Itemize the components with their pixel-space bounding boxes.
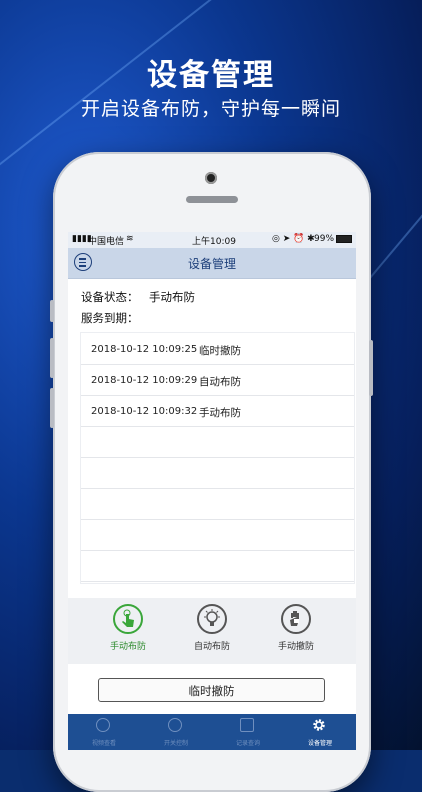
clock: 上午10:09 bbox=[192, 237, 236, 247]
log-time: 2018-10-12 10:09:25 bbox=[91, 344, 198, 355]
list-item: 2018-10-12 10:09:29 自动布防 bbox=[81, 364, 354, 396]
log-time: 2018-10-12 10:09:29 bbox=[91, 375, 198, 386]
hand-tap-icon bbox=[113, 604, 143, 634]
list-item: 2018-10-12 10:09:25 临时撤防 bbox=[81, 333, 354, 365]
device-status-row: 设备状态： 手动布防 bbox=[81, 289, 195, 305]
service-expiry-label: 服务到期： bbox=[81, 311, 139, 325]
tab-label: 视频查看 bbox=[91, 740, 116, 747]
switch-icon bbox=[168, 718, 182, 732]
mode-label: 自动布防 bbox=[193, 642, 230, 652]
gear-icon bbox=[312, 718, 326, 732]
status-bar: ▮▮▮▮ 中国电信 ≋ 上午10:09 ◎ ➤ ⏰ ✱ 99% bbox=[68, 232, 356, 248]
carrier-label: 中国电信 bbox=[88, 237, 125, 247]
mute-switch bbox=[50, 300, 54, 322]
nav-bar: 设备管理 bbox=[68, 248, 356, 279]
battery-percent: 99% bbox=[314, 234, 335, 244]
earpiece-speaker bbox=[186, 196, 238, 203]
tab-device-management[interactable]: 设备管理 bbox=[284, 714, 356, 750]
camera-icon bbox=[96, 718, 110, 732]
device-status-value: 手动布防 bbox=[149, 290, 195, 304]
temporary-disarm-button[interactable]: 临时撤防 bbox=[98, 678, 325, 702]
app-screen: ▮▮▮▮ 中国电信 ≋ 上午10:09 ◎ ➤ ⏰ ✱ 99% 设备管理 设备状… bbox=[68, 232, 356, 750]
battery-icon bbox=[336, 235, 352, 243]
tab-video[interactable]: 视频查看 bbox=[68, 714, 140, 750]
tab-switch-control[interactable]: 开关控制 bbox=[140, 714, 212, 750]
hand-lock-icon bbox=[281, 604, 311, 634]
clipboard-icon bbox=[240, 718, 254, 732]
tab-bar: 视频查看 开关控制 记录查询 设备管理 bbox=[68, 714, 356, 750]
tab-label: 记录查询 bbox=[235, 740, 260, 747]
tab-label: 开关控制 bbox=[163, 740, 188, 747]
empty-row bbox=[81, 519, 354, 551]
empty-row bbox=[81, 457, 354, 489]
empty-row bbox=[81, 550, 354, 582]
lightbulb-icon bbox=[197, 604, 227, 634]
tab-records[interactable]: 记录查询 bbox=[212, 714, 284, 750]
event-log-list[interactable]: 2018-10-12 10:09:25 临时撤防 2018-10-12 10:0… bbox=[81, 333, 354, 583]
promo-subline: 开启设备布防，守护每一瞬间 bbox=[80, 98, 341, 120]
mode-label: 手动布防 bbox=[109, 642, 146, 652]
tab-label: 设备管理 bbox=[307, 740, 332, 747]
manual-arm-button[interactable]: 手动布防 bbox=[88, 604, 168, 652]
volume-down-button bbox=[50, 388, 54, 428]
volume-up-button bbox=[50, 338, 54, 378]
device-status-label: 设备状态： bbox=[81, 290, 139, 304]
log-time: 2018-10-12 10:09:32 bbox=[91, 406, 198, 417]
log-action: 临时撤防 bbox=[199, 345, 241, 357]
service-expiry-row: 服务到期： bbox=[81, 310, 139, 326]
mode-label: 手动撤防 bbox=[277, 642, 314, 652]
arming-mode-bar: 手动布防 自动布防 手动撤防 bbox=[68, 598, 356, 664]
manual-disarm-button[interactable]: 手动撤防 bbox=[256, 604, 336, 652]
promo-headline: 设备管理 bbox=[147, 58, 275, 93]
log-action: 自动布防 bbox=[199, 376, 241, 388]
list-item: 2018-10-12 10:09:32 手动布防 bbox=[81, 395, 354, 427]
empty-row bbox=[81, 488, 354, 520]
log-action: 手动布防 bbox=[199, 407, 241, 419]
page-title: 设备管理 bbox=[187, 257, 236, 271]
empty-row bbox=[81, 426, 354, 458]
auto-arm-button[interactable]: 自动布防 bbox=[172, 604, 252, 652]
wifi-icon: ≋ bbox=[126, 234, 134, 244]
location-icon: ◎ ➤ ⏰ ✱ bbox=[272, 234, 315, 244]
front-camera bbox=[205, 172, 217, 184]
power-button bbox=[369, 340, 373, 396]
